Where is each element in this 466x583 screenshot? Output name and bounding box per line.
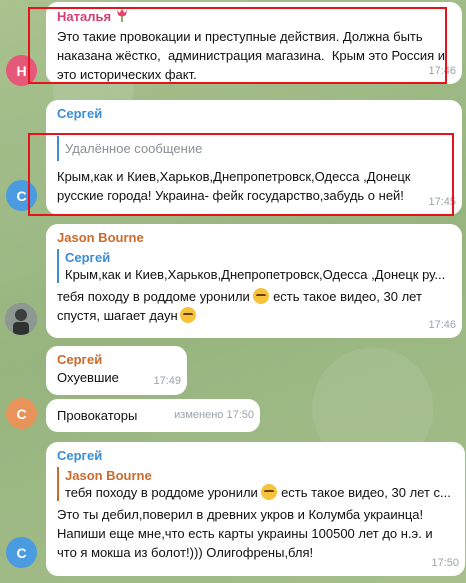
quote-text-part: есть такое видео, 30 лет с...	[281, 485, 451, 500]
grinning-face-icon	[179, 307, 196, 323]
avatar-letter: С	[16, 544, 27, 561]
reply-quote[interactable]: Jason Bourne тебя походу в роддоме урони…	[57, 467, 455, 501]
quote-sender: Jason Bourne	[65, 468, 152, 483]
message-bubble[interactable]: Сергей Jason Bourne тебя походу в роддом…	[46, 442, 465, 576]
message-bubble[interactable]: Jason Bourne Сергей Крым,как и Киев,Харь…	[46, 224, 462, 338]
message-text-part: тебя походу в роддоме уронили	[57, 289, 250, 304]
avatar-photo[interactable]	[5, 303, 37, 335]
nerd-face-icon	[261, 484, 278, 500]
quote-text: тебя походу в роддоме уронили есть такое…	[65, 484, 455, 501]
message-text: тебя походу в роддоме уронили есть такое…	[57, 287, 452, 325]
quote-text-part: тебя походу в роддоме уронили	[65, 485, 258, 500]
nerd-face-icon	[253, 288, 270, 304]
message-time: 17:50	[431, 557, 459, 569]
avatar[interactable]: С	[6, 398, 37, 429]
sender-name[interactable]: Сергей	[57, 447, 455, 464]
highlight-box	[28, 7, 447, 84]
sender-name[interactable]: Jason Bourne	[57, 229, 452, 246]
avatar[interactable]: С	[6, 537, 37, 568]
avatar-letter: Н	[16, 62, 27, 79]
message-bubble[interactable]: Сергей Охуевшие 17:49	[46, 346, 187, 395]
sender-name[interactable]: Сергей	[57, 351, 177, 368]
quote-text: Крым,как и Киев,Харьков,Днепропетровск,О…	[65, 267, 446, 282]
message-time: изменено 17:50	[174, 409, 254, 421]
reply-quote[interactable]: Сергей Крым,как и Киев,Харьков,Днепропет…	[57, 249, 452, 283]
avatar-letter: С	[16, 187, 27, 204]
message-time: 17:49	[153, 375, 181, 387]
message-time: 17:46	[428, 319, 456, 331]
sender-name[interactable]: Сергей	[57, 105, 452, 122]
message-text: Это ты дебил,поверил в древних укров и К…	[57, 507, 437, 560]
message-bubble[interactable]: Провокаторы изменено 17:50	[46, 399, 260, 432]
highlight-box	[28, 133, 454, 216]
quote-sender: Сергей	[65, 250, 111, 265]
avatar-letter: С	[16, 405, 27, 422]
